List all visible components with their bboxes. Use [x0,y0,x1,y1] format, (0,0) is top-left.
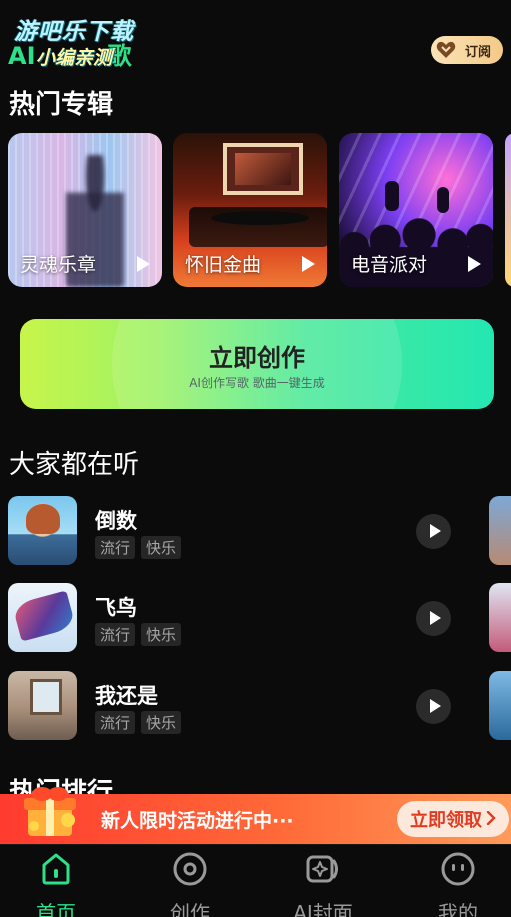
bottom-nav: 首页 创作 AI封面 我的 [0,844,511,917]
nav-item-create[interactable]: 创作 [140,849,240,917]
song-cover-peek[interactable] [489,671,511,740]
logo-line3: 小编亲测 [36,47,113,69]
ai-cover-icon [305,851,341,887]
song-cover [8,583,77,652]
song-cover-peek[interactable] [489,496,511,565]
tag: 流行 [95,623,136,646]
tag: 快乐 [141,711,182,734]
list-item[interactable]: 飞鸟 流行 快乐 [8,583,511,653]
nav-item-ai-cover[interactable]: AI封面 [273,849,373,917]
play-button[interactable] [416,689,451,724]
header: 游吧乐下载 AI 歌 小编亲测 订阅 [0,0,511,80]
create-subtitle: AI创作写歌 歌曲一键生成 [189,376,325,390]
promo-text: 新人限时活动进行中··· [101,810,294,832]
album-name: 怀旧金曲 [185,254,262,276]
song-title: 飞鸟 [95,596,137,620]
album-card[interactable]: 灵魂乐章 [8,133,162,287]
albums-section-title: 热门专辑 [9,90,114,120]
song-cover-peek[interactable] [489,583,511,652]
song-tags: 流行 快乐 [95,623,182,646]
play-button[interactable] [416,514,451,549]
album-card-peek[interactable] [505,133,511,287]
app-logo: 游吧乐下载 AI 歌 小编亲测 [8,10,148,70]
album-name: 电音派对 [351,254,428,276]
promo-banner[interactable]: 新人限时活动进行中··· 立即领取 [0,787,511,844]
song-tags: 流行 快乐 [95,536,182,559]
list-item[interactable]: 倒数 流行 快乐 [8,496,511,566]
listening-section-title: 大家都在听 [9,450,140,480]
gift-icon [22,780,80,842]
play-icon[interactable] [137,256,150,272]
chevron-right-icon [486,809,496,830]
tag: 快乐 [141,623,182,646]
play-button[interactable] [416,601,451,636]
song-cover [8,671,77,740]
nav-label: 创作 [170,901,210,917]
album-art-hand [385,181,399,211]
list-item[interactable]: 我还是 流行 快乐 [8,671,511,741]
subscribe-button[interactable]: 订阅 [431,36,503,64]
nav-label: 首页 [36,901,76,917]
create-now-button[interactable]: 立即创作 AI创作写歌 歌曲一键生成 [20,319,494,409]
song-title: 倒数 [95,509,137,533]
album-card[interactable]: 怀旧金曲 [173,133,327,287]
song-tags: 流行 快乐 [95,711,182,734]
play-icon[interactable] [302,256,315,272]
subscribe-label: 订阅 [465,44,492,60]
nav-label: 我的 [438,901,478,917]
tag: 快乐 [141,536,182,559]
album-card[interactable]: 电音派对 [339,133,493,287]
nav-item-home[interactable]: 首页 [6,849,106,917]
claim-now-button[interactable]: 立即领取 [397,801,509,837]
album-art [223,143,303,195]
album-art-record [211,211,309,225]
play-icon[interactable] [468,256,481,272]
nav-item-profile[interactable]: 我的 [408,849,508,917]
create-title: 立即创作 [209,344,305,372]
album-carousel[interactable]: 灵魂乐章 怀旧金曲 电音派对 [8,133,511,287]
disc-icon [172,851,208,887]
heart-icon [435,39,457,61]
nav-label: AI封面 [293,901,353,917]
song-cover [8,496,77,565]
song-title: 我还是 [95,684,158,708]
album-name: 灵魂乐章 [20,254,97,276]
claim-label: 立即领取 [410,810,482,831]
tag: 流行 [95,536,136,559]
tag: 流行 [95,711,136,734]
album-art-hand [437,187,449,213]
home-icon [38,851,74,887]
profile-icon [440,851,476,887]
